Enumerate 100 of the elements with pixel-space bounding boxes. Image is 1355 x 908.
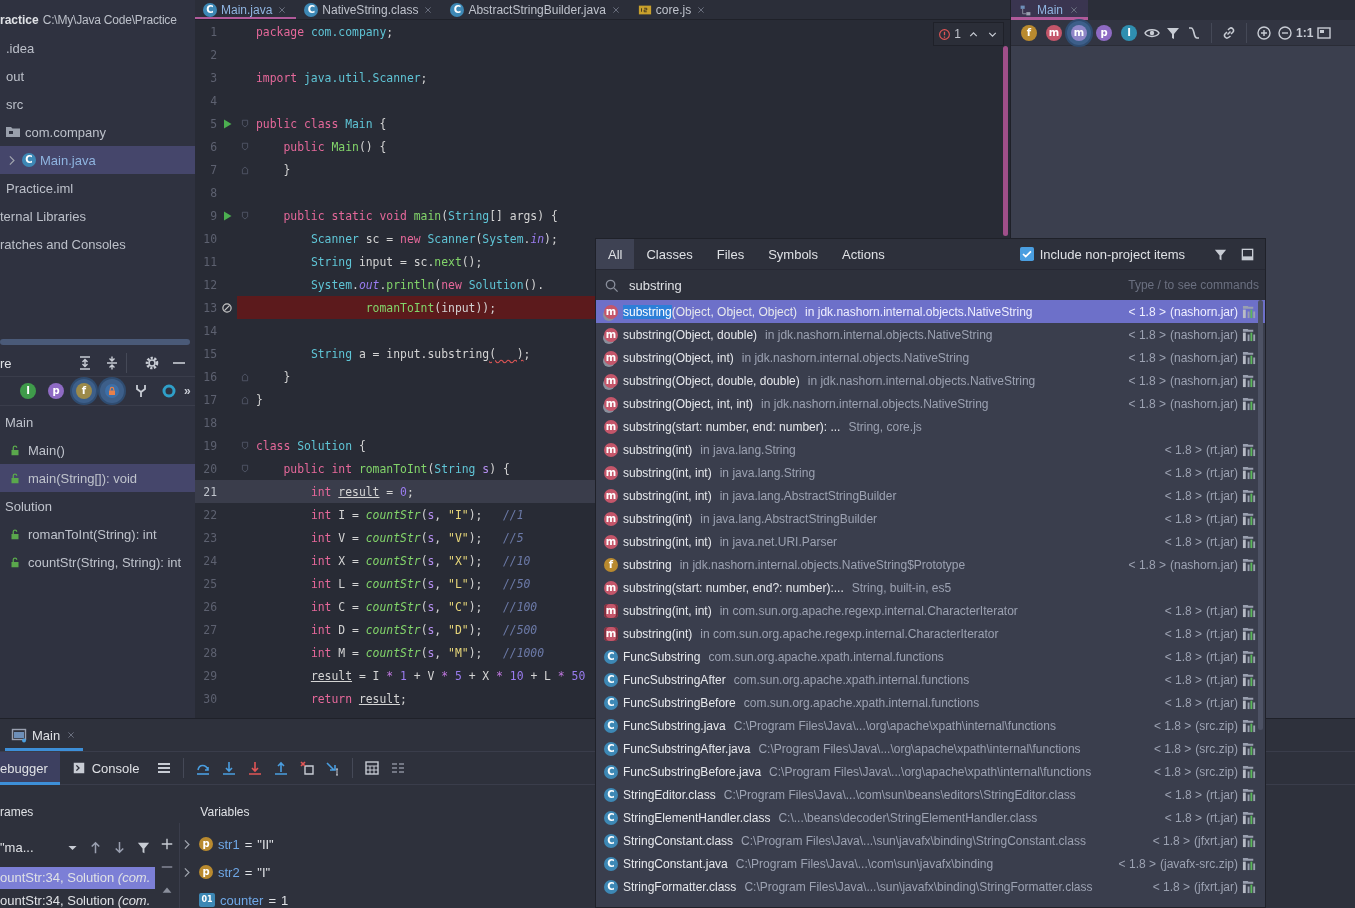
class-icon: C xyxy=(450,2,465,17)
method-icon: m xyxy=(604,442,618,457)
include-non-project-checkbox[interactable]: Include non-project items xyxy=(1019,246,1185,262)
search-result[interactable]: m substring(int, int) in java.lang.AbstractStringBuilder < 1.8 > (rt.jar) xyxy=(596,484,1265,507)
line-number: 24 xyxy=(202,553,217,568)
toolbar-tab[interactable]: Console xyxy=(59,751,152,785)
tree-item[interactable]: ternal Libraries xyxy=(0,202,195,230)
search-result[interactable]: C StringFormatter.class C:\Program Files\Java\...\sun\javafx\binding\StringFormatter.class < 1.8 > (jfxrt.jar) xyxy=(596,875,1265,898)
line-number: 29 xyxy=(202,668,217,683)
search-result[interactable]: C StringEditor.class C:\Program Files\Java\...\com\sun\beans\editors\StringEditor.class < 1.8 > (rt.jar) xyxy=(596,783,1265,806)
code-line: } xyxy=(282,162,291,177)
search-result[interactable]: C StringConstant.class C:\Program Files\Java\...\sun\javafx\binding\StringConstant.class < 1.8 > (jfxrt.jar) xyxy=(596,829,1265,852)
search-result[interactable]: m substring(int) in java.lang.AbstractStringBuilder < 1.8 > (rt.jar) xyxy=(596,507,1265,530)
search-result[interactable]: C FuncSubstring.java C:\Program Files\Java\...\org\apache\xpath\internal\functions < 1.8 > (src.zip) xyxy=(596,714,1265,737)
panel-label: rames xyxy=(0,805,34,819)
more-button[interactable]: 1:1 xyxy=(1296,25,1314,40)
code-line: public int romanToInt(String s) { xyxy=(282,461,510,476)
panel-title: re xyxy=(0,355,13,371)
line-number: 30 xyxy=(202,691,217,706)
structure-item[interactable]: Main() xyxy=(0,436,195,464)
search-result[interactable]: m substring(start: number, end: number): ... String, core.js xyxy=(596,415,1265,438)
structure-item[interactable]: Solution xyxy=(0,492,195,520)
search-result[interactable]: f substring in jdk.nashorn.internal.objects.NativeString$Prototype < 1.8 > (nashorn.jar) xyxy=(596,553,1265,576)
more-button[interactable]: » xyxy=(184,384,191,398)
variable-icon: 01 xyxy=(199,893,215,907)
thread-dropdown[interactable]: "ma... xyxy=(0,839,61,855)
scope-tab[interactable]: Actions xyxy=(830,239,897,269)
search-result[interactable]: m substring(Object, int) in jdk.nashorn.internal.objects.NativeString < 1.8 > (nashorn.jar) xyxy=(596,346,1265,369)
line-number: 27 xyxy=(202,622,217,637)
scope-tab[interactable]: Files xyxy=(704,239,757,269)
editor-tab[interactable]: C AbstractStringBuilder.java xyxy=(442,0,630,19)
tree-item[interactable]: src xyxy=(0,90,195,118)
structure-item[interactable]: Main xyxy=(0,408,195,436)
toolbar-tab[interactable]: ebugger xyxy=(0,751,60,785)
editor-tab[interactable]: C NativeString.class xyxy=(296,0,443,19)
scope-tab[interactable]: Symbols xyxy=(756,239,830,269)
tree-item[interactable]: Practice.iml xyxy=(0,174,195,202)
search-result[interactable]: m substring(start: number, end?: number):... String, built-in, es5 xyxy=(596,576,1265,599)
search-result[interactable]: C StringConstant.java C:\Program Files\Java\...\com\sun\javafx\binding < 1.8 > (javafx-src.zip) xyxy=(596,852,1265,875)
search-result[interactable]: C FuncSubstringAfter com.sun.org.apache.xpath.internal.functions < 1.8 > (rt.jar) xyxy=(596,668,1265,691)
method-icon: m xyxy=(604,350,618,365)
code-line: int I = countStr(s, "I"); //1 xyxy=(309,507,524,522)
scope-tab[interactable]: All xyxy=(596,239,635,269)
tree-item[interactable]: .idea xyxy=(0,34,195,62)
search-result[interactable]: m substring(int, int) in java.net.URI.Parser < 1.8 > (rt.jar) xyxy=(596,530,1265,553)
method-icon: m xyxy=(604,580,618,595)
code-line: class Solution { xyxy=(255,438,366,453)
search-result[interactable]: m substring(Object, double, double) in jdk.nashorn.internal.objects.NativeString < 1.8 > (nashorn.jar) xyxy=(596,369,1265,392)
search-result[interactable]: m substring(int) in java.lang.String < 1.8 > (rt.jar) xyxy=(596,438,1265,461)
search-result[interactable]: m substring(int) in com.sun.org.apache.regexp.internal.CharacterIterator < 1.8 > (rt.jar) xyxy=(596,622,1265,645)
line-number: 25 xyxy=(202,576,217,591)
structure-item[interactable]: countStr(String, String): int xyxy=(0,548,195,576)
tree-item[interactable]: com.company xyxy=(0,118,195,146)
line-number: 18 xyxy=(202,415,217,430)
method-icon: m xyxy=(604,626,618,641)
editor-tab[interactable]: C Main.java xyxy=(195,0,297,19)
tree-item[interactable]: ractice C:\My\Java Code\Practice xyxy=(0,6,195,34)
tree-item[interactable]: ratches and Consoles xyxy=(0,230,195,258)
search-bar[interactable]: substring Type / to see commands xyxy=(596,269,1265,300)
field-icon: f xyxy=(604,557,618,572)
code-line: public static void main(String[] args) { xyxy=(282,208,558,223)
search-result[interactable]: m substring(int, int) in java.lang.String < 1.8 > (rt.jar) xyxy=(596,461,1265,484)
search-result[interactable]: m substring(Object, double) in jdk.nashorn.internal.objects.NativeString < 1.8 > (nashorn.jar) xyxy=(596,323,1265,346)
search-result[interactable]: C FuncSubstringAfter.java C:\Program Files\Java\...\org\apache\xpath\internal\functions < 1.8 > (src.zip) xyxy=(596,737,1265,760)
class-icon: C xyxy=(203,2,217,17)
debug-tab[interactable]: Main xyxy=(5,719,84,751)
code-line: int D = countStr(s, "D"); //500 xyxy=(309,622,538,637)
problems-indicator[interactable]: 1 xyxy=(933,22,1004,46)
tree-item[interactable]: C Main.java xyxy=(0,146,195,174)
search-result[interactable]: m substring(Object, int, int) in jdk.nashorn.internal.objects.NativeString < 1.8 > (nashorn.jar) xyxy=(596,392,1265,415)
line-number: 26 xyxy=(202,599,217,614)
search-result[interactable]: C StringElementHandler.class C:\...\beans\decoder\StringElementHandler.class < 1.8 > (rt.jar) xyxy=(596,806,1265,829)
search-result[interactable]: m substring(Object, Object, Object) in jdk.nashorn.internal.objects.NativeString < 1.8 > (nashorn.jar) xyxy=(596,300,1265,323)
search-result[interactable]: C FuncSubstringBefore.java C:\Program Files\Java\...\org\apache\xpath\internal\functions < 1.8 > (src.zip) xyxy=(596,760,1265,783)
diagram-tab[interactable]: Main xyxy=(1011,0,1088,20)
class-icon: C xyxy=(22,153,36,167)
line-number: 17 xyxy=(202,392,217,407)
structure-item[interactable]: main(String[]): void xyxy=(0,464,195,492)
class-icon: C xyxy=(604,810,618,825)
tree-item[interactable]: out xyxy=(0,62,195,90)
method-icon: m xyxy=(604,534,618,549)
editor-tab[interactable]: core.js xyxy=(629,0,716,19)
frame-item[interactable]: ountStr:34, Solution (com. xyxy=(0,890,155,908)
search-result[interactable]: C FuncSubstringBefore com.sun.org.apache.xpath.internal.functions < 1.8 > (rt.jar) xyxy=(596,691,1265,714)
code-line: } xyxy=(255,392,263,407)
variable-entry: str1 = "II" xyxy=(218,836,274,852)
search-result[interactable]: m substring(int, int) in com.sun.org.apache.regexp.internal.CharacterIterator < 1.8 > (rt.jar) xyxy=(596,599,1265,622)
code-line: Scanner sc = new Scanner(System.in); xyxy=(309,231,558,246)
structure-item[interactable]: romanToInt(String): int xyxy=(0,520,195,548)
code-line: public Main() { xyxy=(282,139,387,154)
search-result[interactable]: C FuncSubstring com.sun.org.apache.xpath.internal.functions < 1.8 > (rt.jar) xyxy=(596,645,1265,668)
method-icon: m xyxy=(604,488,618,503)
search-field[interactable]: substring xyxy=(629,277,1119,293)
line-number: 23 xyxy=(202,530,217,545)
code-line: System.out.println(new Solution(). xyxy=(309,277,545,292)
scope-tab[interactable]: Classes xyxy=(634,239,705,269)
line-number: 1 xyxy=(209,24,217,39)
line-number: 15 xyxy=(202,346,217,361)
hint-text: Type / to see commands xyxy=(1128,278,1259,292)
code-line: import java.util.Scanner; xyxy=(255,70,428,85)
